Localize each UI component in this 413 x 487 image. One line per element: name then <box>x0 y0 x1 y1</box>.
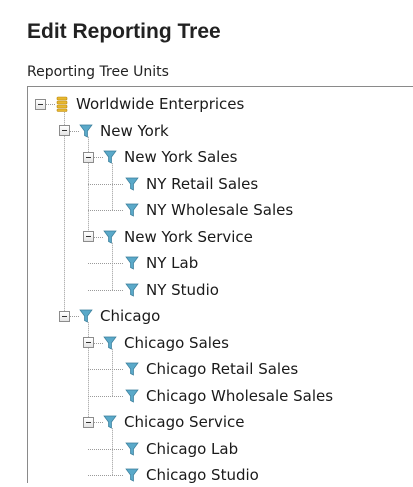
tree-node-label[interactable]: NY Lab <box>146 254 198 272</box>
collapse-toggle[interactable] <box>82 337 94 349</box>
tree-node-label[interactable]: New York <box>100 122 169 140</box>
page-title: Edit Reporting Tree <box>27 20 221 43</box>
tree-node-label[interactable]: New York Sales <box>124 148 237 166</box>
collapse-toggle[interactable] <box>34 98 46 110</box>
filter-funnel-icon <box>125 467 139 483</box>
filter-funnel-icon <box>125 441 139 457</box>
stacked-coins-icon <box>55 96 69 113</box>
tree-section-label: Reporting Tree Units <box>27 64 169 80</box>
tree-node-label[interactable]: NY Wholesale Sales <box>146 201 293 219</box>
tree-node-label[interactable]: NY Retail Sales <box>146 175 258 193</box>
filter-funnel-icon <box>79 123 93 139</box>
filter-funnel-icon <box>125 388 139 404</box>
collapse-toggle[interactable] <box>82 151 94 163</box>
filter-funnel-icon <box>79 308 93 324</box>
filter-funnel-icon <box>103 149 117 165</box>
filter-funnel-icon <box>125 176 139 192</box>
tree-node-label[interactable]: Chicago Studio <box>146 466 259 484</box>
tree-node-label[interactable]: Worldwide Enterprices <box>76 95 244 113</box>
filter-funnel-icon <box>103 414 117 430</box>
tree-node-label[interactable]: Chicago <box>100 307 160 325</box>
filter-funnel-icon <box>103 229 117 245</box>
tree-node-label[interactable]: Chicago Sales <box>124 334 229 352</box>
filter-funnel-icon <box>125 361 139 377</box>
filter-funnel-icon <box>125 255 139 271</box>
tree-node-label[interactable]: NY Studio <box>146 281 219 299</box>
collapse-toggle[interactable] <box>58 310 70 322</box>
tree-node-label[interactable]: Chicago Service <box>124 413 245 431</box>
tree-node-label[interactable]: New York Service <box>124 228 253 246</box>
tree-node-label[interactable]: Chicago Retail Sales <box>146 360 298 378</box>
filter-funnel-icon <box>125 202 139 218</box>
filter-funnel-icon <box>103 335 117 351</box>
filter-funnel-icon <box>125 282 139 298</box>
tree-node-label[interactable]: Chicago Lab <box>146 440 238 458</box>
reporting-tree[interactable]: Worldwide Enterprices New York New York Sa… <box>27 86 413 484</box>
tree-node-label[interactable]: Chicago Wholesale Sales <box>146 387 333 405</box>
collapse-toggle[interactable] <box>82 231 94 243</box>
collapse-toggle[interactable] <box>82 416 94 428</box>
collapse-toggle[interactable] <box>58 125 70 137</box>
